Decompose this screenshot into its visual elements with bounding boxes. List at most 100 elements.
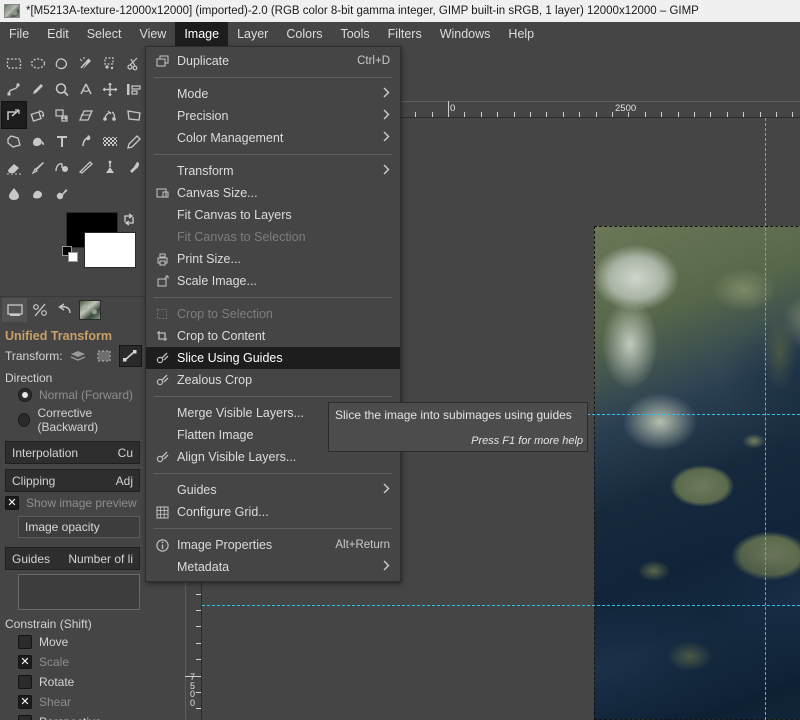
show-image-preview-row[interactable]: ✕ Show image preview xyxy=(0,492,145,512)
h-ruler-label: 2500 xyxy=(615,103,637,114)
guides-number-field[interactable] xyxy=(18,574,140,610)
gradient-icon[interactable] xyxy=(98,128,122,154)
menu-colors[interactable]: Colors xyxy=(277,22,331,46)
path-icon[interactable] xyxy=(118,345,142,367)
constrain-perspective[interactable]: Perspective xyxy=(0,712,145,720)
menu-item-slice-using-guides[interactable]: Slice Using Guides xyxy=(146,347,400,369)
unified-transform-icon[interactable] xyxy=(1,101,27,129)
shear-icon[interactable] xyxy=(74,102,98,128)
menu-item-transform[interactable]: Transform xyxy=(146,160,400,182)
image-canvas[interactable] xyxy=(594,226,800,720)
menu-item-image-properties[interactable]: Image Properties Alt+Return xyxy=(146,534,400,556)
direction-normal-option[interactable]: Normal (Forward) xyxy=(0,386,145,404)
menu-help[interactable]: Help xyxy=(499,22,543,46)
background-color-swatch[interactable] xyxy=(84,232,136,268)
selection-icon[interactable] xyxy=(94,346,115,366)
move-icon[interactable] xyxy=(98,76,122,102)
menu-item-label: Image Properties xyxy=(177,538,273,552)
checkbox-icon xyxy=(18,675,32,689)
canvas-size-icon xyxy=(152,184,172,202)
image-menu-dropdown: Duplicate Ctrl+D Mode Precision Color Manage… xyxy=(145,46,401,582)
horizontal-guide[interactable] xyxy=(202,605,800,606)
blur-sharpen-icon[interactable] xyxy=(2,180,26,206)
measure-icon[interactable] xyxy=(74,76,98,102)
constrain-move[interactable]: Move xyxy=(0,632,145,652)
menu-item-label: Configure Grid... xyxy=(177,505,269,519)
image-opacity-slider[interactable]: Image opacity xyxy=(18,516,140,538)
menu-file[interactable]: File xyxy=(0,22,38,46)
free-select-icon[interactable] xyxy=(50,50,74,76)
menu-windows[interactable]: Windows xyxy=(431,22,500,46)
menu-item-fit-canvas-to-layers[interactable]: Fit Canvas to Layers xyxy=(146,204,400,226)
reset-colors-icon[interactable] xyxy=(62,246,80,264)
menu-item-scale-image[interactable]: Scale Image... xyxy=(146,270,400,292)
swap-colors-icon[interactable] xyxy=(122,212,136,226)
ink-icon[interactable] xyxy=(74,154,98,180)
menu-edit[interactable]: Edit xyxy=(38,22,78,46)
menu-select[interactable]: Select xyxy=(78,22,131,46)
menu-item-canvas-size[interactable]: Canvas Size... xyxy=(146,182,400,204)
menu-icon-placeholder xyxy=(152,85,172,103)
clone-icon[interactable] xyxy=(50,154,74,180)
undo-history-tab[interactable] xyxy=(52,298,77,322)
show-image-preview-label: Show image preview xyxy=(26,496,137,510)
ellipse-select-icon[interactable] xyxy=(26,50,50,76)
images-tab[interactable] xyxy=(77,298,102,322)
rotate-icon[interactable] xyxy=(26,102,50,128)
constrain-rotate[interactable]: Rotate xyxy=(0,672,145,692)
text-icon[interactable] xyxy=(50,128,74,154)
tool-options-tab[interactable] xyxy=(2,297,27,322)
paintbrush-icon[interactable] xyxy=(26,154,50,180)
alignment-icon[interactable] xyxy=(122,76,145,102)
constrain-scale[interactable]: ✕ Scale xyxy=(0,652,145,672)
smudge-icon[interactable] xyxy=(26,180,50,206)
constrain-label: Rotate xyxy=(39,675,75,689)
airbrush-icon[interactable] xyxy=(98,154,122,180)
menu-item-metadata[interactable]: Metadata xyxy=(146,556,400,578)
vertical-guide[interactable] xyxy=(765,118,766,720)
bucket-fill-icon[interactable] xyxy=(26,128,50,154)
menu-item-print-size[interactable]: Print Size... xyxy=(146,248,400,270)
menu-filters[interactable]: Filters xyxy=(379,22,431,46)
direction-corrective-label: Corrective (Backward) xyxy=(37,406,99,434)
mypaint-brush-icon[interactable] xyxy=(122,154,145,180)
paths-icon[interactable] xyxy=(2,76,26,102)
slice-guides-icon xyxy=(152,349,172,367)
menu-tools[interactable]: Tools xyxy=(331,22,378,46)
menu-item-precision[interactable]: Precision xyxy=(146,105,400,127)
fuzzy-select-icon[interactable] xyxy=(74,50,98,76)
scissors-select-icon[interactable] xyxy=(122,50,145,76)
menu-layer[interactable]: Layer xyxy=(228,22,277,46)
handle-transform-icon[interactable] xyxy=(98,102,122,128)
menu-item-guides[interactable]: Guides xyxy=(146,479,400,501)
select-by-color-icon[interactable] xyxy=(98,50,122,76)
warp-transform-icon[interactable] xyxy=(74,128,98,154)
eraser-icon[interactable] xyxy=(2,154,26,180)
guides-combo[interactable]: Guides Number of li xyxy=(5,547,140,570)
direction-corrective-option[interactable]: Corrective (Backward) xyxy=(0,404,145,436)
layer-icon[interactable] xyxy=(68,346,89,366)
h-ruler-label: 0 xyxy=(450,103,456,114)
clipping-combo[interactable]: Clipping Adj xyxy=(5,469,140,492)
cage-transform-icon[interactable] xyxy=(2,128,26,154)
menu-item-configure-grid[interactable]: Configure Grid... xyxy=(146,501,400,523)
device-status-tab[interactable] xyxy=(27,298,52,322)
image-thumbnail-icon xyxy=(78,299,101,320)
constrain-shear[interactable]: ✕ Shear xyxy=(0,692,145,712)
menu-item-crop-to-content[interactable]: Crop to Content xyxy=(146,325,400,347)
menu-item-label: Metadata xyxy=(177,560,230,574)
perspective-icon[interactable] xyxy=(122,102,145,128)
zoom-icon[interactable] xyxy=(50,76,74,102)
menu-item-duplicate[interactable]: Duplicate Ctrl+D xyxy=(146,50,400,72)
rect-select-icon[interactable] xyxy=(2,50,26,76)
menu-item-zealous-crop[interactable]: Zealous Crop xyxy=(146,369,400,391)
menu-view[interactable]: View xyxy=(130,22,175,46)
pencil-icon[interactable] xyxy=(122,128,145,154)
menu-item-color-management[interactable]: Color Management xyxy=(146,127,400,149)
menu-item-mode[interactable]: Mode xyxy=(146,83,400,105)
dodge-burn-icon[interactable] xyxy=(50,180,74,206)
scale-icon[interactable] xyxy=(50,102,74,128)
color-picker-icon[interactable] xyxy=(26,76,50,102)
menu-image[interactable]: Image xyxy=(175,22,229,46)
interpolation-combo[interactable]: Interpolation Cu xyxy=(5,441,140,464)
